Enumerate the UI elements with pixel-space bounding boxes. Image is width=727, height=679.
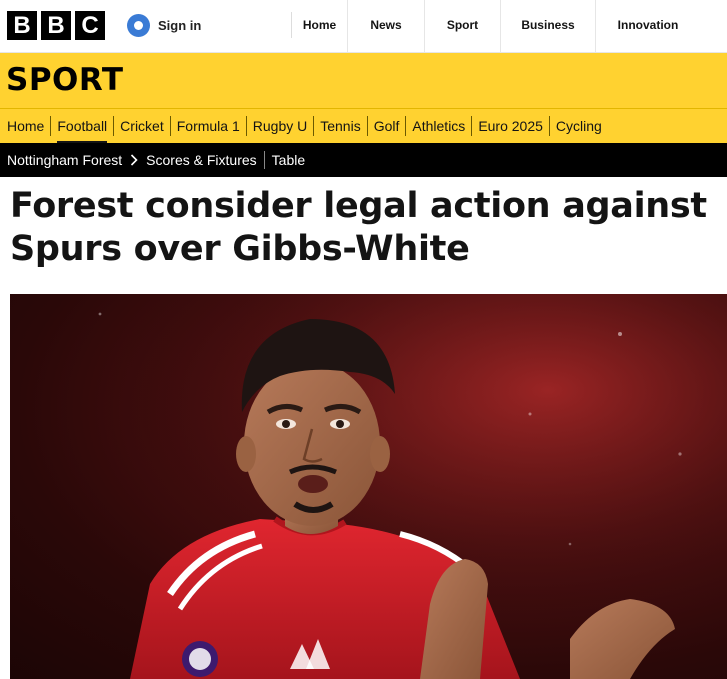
article-headline: Forest consider legal action against Spu… — [10, 186, 707, 269]
team-sub-nav: Nottingham Forest Scores & Fixtures Tabl… — [0, 143, 727, 177]
bbc-logo-letter: B — [41, 11, 71, 40]
sport-nav-football[interactable]: Football — [50, 116, 113, 144]
user-icon — [127, 14, 150, 37]
sport-nav-golf[interactable]: Golf — [366, 116, 406, 136]
sport-nav-athletics[interactable]: Athletics — [405, 116, 471, 136]
sign-in-button[interactable]: Sign in — [127, 14, 201, 37]
sport-nav-euro-2025[interactable]: Euro 2025 — [471, 116, 549, 136]
global-nav-home[interactable]: Home — [292, 0, 348, 53]
global-nav-news[interactable]: News — [348, 0, 425, 53]
sport-nav-cricket[interactable]: Cricket — [113, 116, 170, 136]
global-nav-innovation[interactable]: Innovation — [596, 0, 700, 53]
bbc-logo[interactable]: B B C — [7, 11, 105, 40]
sport-nav-rugby-union[interactable]: Rugby U — [245, 116, 313, 136]
chevron-right-icon — [130, 154, 138, 166]
player-photo — [10, 294, 727, 679]
bbc-logo-letter: B — [7, 11, 37, 40]
section-title[interactable]: SPORT — [6, 62, 124, 98]
sub-nav-table[interactable]: Table — [272, 152, 305, 168]
global-nav: Home News Sport Business Innovation — [292, 0, 700, 53]
sport-nav-cycling[interactable]: Cycling — [548, 116, 608, 136]
sign-in-label: Sign in — [158, 18, 202, 33]
sport-nav-home[interactable]: Home — [7, 116, 50, 136]
global-nav-sport[interactable]: Sport — [425, 0, 501, 53]
sport-header: SPORT — [0, 53, 727, 108]
global-header: B B C Sign in Home News Sport Business I… — [0, 0, 727, 53]
bbc-logo-letter: C — [75, 11, 105, 40]
global-nav-business[interactable]: Business — [501, 0, 596, 53]
sub-nav-scores-fixtures[interactable]: Scores & Fixtures — [146, 152, 256, 168]
breadcrumb-team[interactable]: Nottingham Forest — [7, 152, 122, 168]
sport-nav-formula-1[interactable]: Formula 1 — [169, 116, 246, 136]
hero-image — [10, 294, 727, 679]
sport-nav: Home Football Cricket Formula 1 Rugby U … — [0, 108, 727, 144]
sub-nav-divider — [263, 151, 265, 169]
sport-nav-tennis[interactable]: Tennis — [313, 116, 366, 136]
